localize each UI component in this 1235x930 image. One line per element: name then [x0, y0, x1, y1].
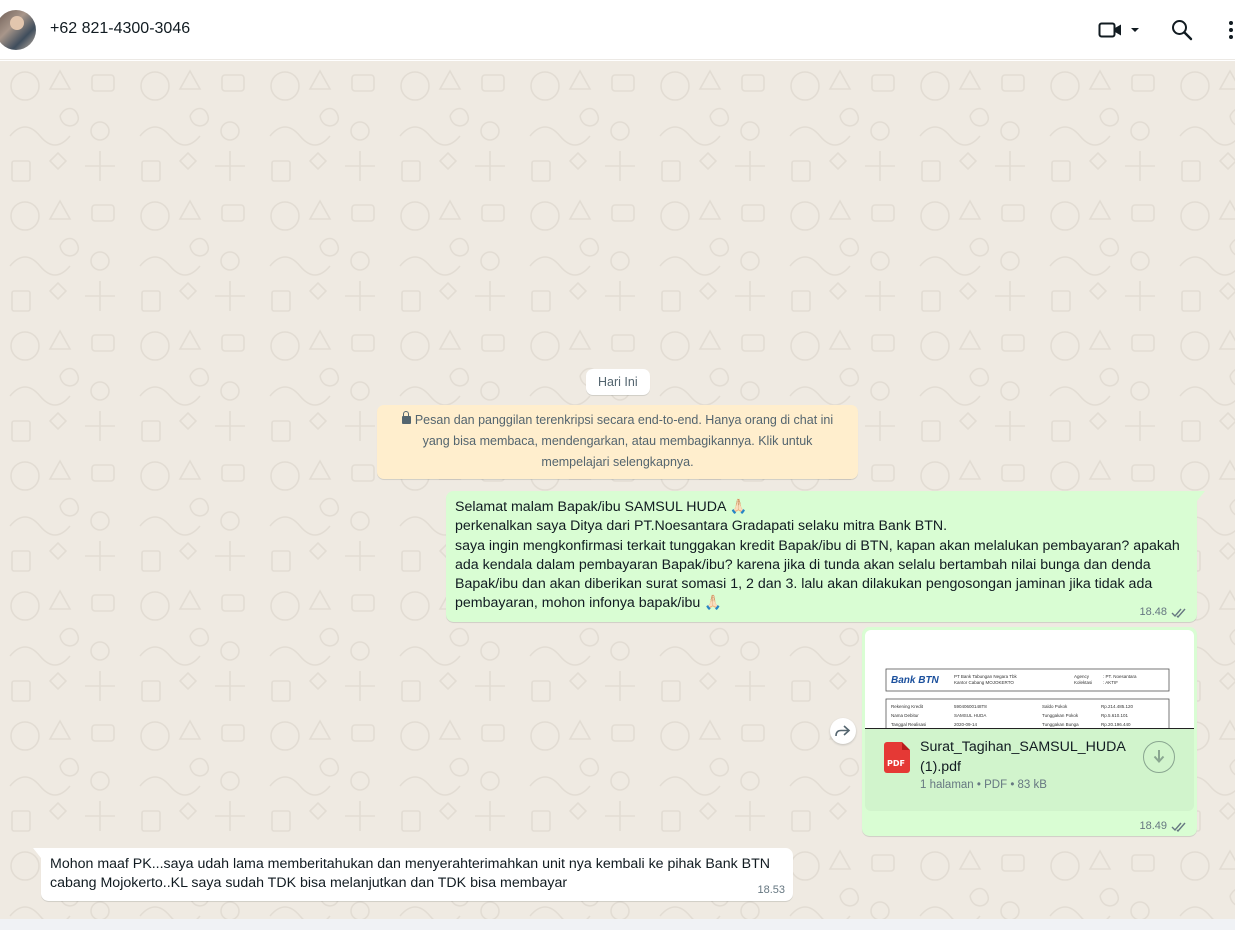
contact-avatar[interactable] — [0, 10, 36, 50]
document-info[interactable]: PDF Surat_Tagihan_SAMSUL_HUDA (1).pdf 1 … — [865, 729, 1194, 811]
message-time: 18.53 — [757, 884, 785, 896]
chat-header: +62 821-4300-3046 — [0, 0, 1235, 60]
outgoing-message[interactable]: Selamat malam Bapak/ibu SAMSUL HUDA 🙏🏻 p… — [446, 491, 1205, 622]
preview-row-label: Tanggal Realisasi — [891, 722, 926, 727]
message-text: Selamat malam Bapak/ibu SAMSUL HUDA 🙏🏻 p… — [455, 499, 1180, 612]
preview-status-label: Kolektasi — [1074, 680, 1092, 685]
preview-row-value: SAMSUL HUDA — [954, 713, 986, 718]
preview-status-value: : AKTIF — [1103, 680, 1118, 685]
message-time: 18.49 — [1139, 820, 1167, 832]
preview-agency-value: : PT. Noesantara — [1103, 674, 1137, 679]
preview-row-value: Rp.5.610.101 — [1101, 713, 1129, 718]
composer-edge — [0, 919, 1235, 930]
bubble-tail — [33, 848, 41, 858]
message-time: 18.48 — [1139, 606, 1167, 618]
preview-row-label: Tunggakan Bunga — [1042, 722, 1079, 727]
message-meta: 18.49 — [1139, 820, 1187, 832]
preview-header-left-1: PT Bank Tabungan Negara Tbk — [954, 674, 1018, 679]
download-icon — [1153, 750, 1165, 763]
preview-row-value: 2020-09-14 — [954, 722, 978, 727]
menu-dots-icon[interactable] — [1218, 16, 1235, 44]
document-file-name[interactable]: Surat_Tagihan_SAMSUL_HUDA (1).pdf — [920, 738, 1130, 777]
message-meta: 18.53 — [757, 884, 785, 896]
forward-icon — [835, 725, 851, 737]
video-call-icon[interactable] — [1096, 16, 1124, 44]
preview-row-value: 59040600148T8 — [954, 704, 987, 709]
download-button[interactable] — [1143, 741, 1175, 773]
document-preview[interactable]: Bank BTN PT Bank Tabungan Negara Tbk Kan… — [865, 630, 1194, 729]
outgoing-document-message[interactable]: Bank BTN PT Bank Tabungan Negara Tbk Kan… — [862, 627, 1197, 836]
contact-name[interactable]: +62 821-4300-3046 — [50, 20, 190, 38]
chat-area[interactable]: Hari Ini Pesan dan panggilan terenkripsi… — [0, 61, 1235, 919]
encryption-notice[interactable]: Pesan dan panggilan terenkripsi secara e… — [377, 405, 858, 479]
preview-agency-label: Agency — [1074, 674, 1090, 679]
encryption-notice-text: Pesan dan panggilan terenkripsi secara e… — [414, 413, 834, 469]
message-text: Mohon maaf PK...saya udah lama memberita… — [50, 856, 771, 892]
bubble-tail — [1197, 491, 1205, 501]
lock-icon — [401, 411, 411, 424]
preview-row-value: Rp.20.196.440 — [1101, 722, 1131, 727]
preview-header-left-2: Kantor Cabang MOJOKERTO — [954, 680, 1014, 685]
incoming-message[interactable]: Mohon maaf PK...saya udah lama memberita… — [33, 848, 793, 901]
bank-btn-logo: Bank BTN — [891, 675, 940, 686]
forward-button[interactable] — [830, 718, 856, 744]
date-chip: Hari Ini — [586, 369, 650, 395]
preview-row-label: Saldo Pokok — [1042, 704, 1068, 709]
double-check-icon — [1171, 822, 1186, 832]
chevron-down-icon[interactable] — [1122, 16, 1148, 44]
pdf-file-label: PDF — [887, 759, 905, 768]
message-meta: 18.48 — [1139, 606, 1187, 618]
preview-row-label: Nama Debitur — [891, 713, 919, 718]
preview-row-label: Rekening Kredit — [891, 704, 924, 709]
double-check-icon — [1171, 608, 1186, 618]
search-icon[interactable] — [1168, 16, 1196, 44]
preview-row-label: Tunggakan Pokok — [1042, 713, 1079, 718]
preview-row-value: Rp.214.485.120 — [1101, 704, 1134, 709]
document-file-meta: 1 halaman • PDF • 83 kB — [920, 779, 1047, 791]
pdf-file-icon[interactable]: PDF — [884, 742, 910, 773]
